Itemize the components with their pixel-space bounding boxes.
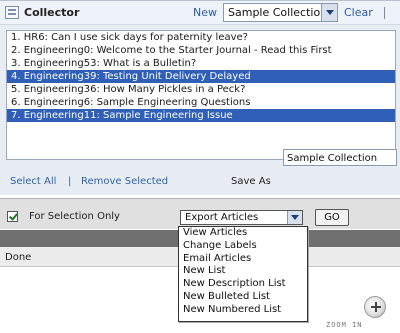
selection-bar: For Selection Only Export Articles GO xyxy=(0,198,400,229)
actions-separator: | xyxy=(68,176,72,187)
collector-app-icon xyxy=(5,6,19,19)
menu-item-email-articles[interactable]: Email Articles xyxy=(179,253,307,266)
list-item[interactable]: 6. Engineering6: Sample Engineering Ques… xyxy=(7,96,395,109)
export-action-select[interactable]: Export Articles xyxy=(180,210,303,225)
export-dropdown-menu[interactable]: View Articles Change Labels Email Articl… xyxy=(178,226,308,322)
collector-window: Collector New Sample Collection Clear 1.… xyxy=(0,0,400,333)
menu-item-new-description-list[interactable]: New Description List xyxy=(179,278,307,291)
list-item[interactable]: 2. Engineering0: Welcome to the Starter … xyxy=(7,44,395,57)
menu-item-new-numbered-list[interactable]: New Numbered List xyxy=(179,304,307,317)
selection-only-checkbox[interactable] xyxy=(7,211,18,222)
list-panel: 1. HR6: Can I use sick days for paternit… xyxy=(0,25,400,195)
save-as-input[interactable] xyxy=(283,149,397,166)
selection-only-label: For Selection Only xyxy=(29,211,120,222)
collection-select-value: Sample Collection xyxy=(228,6,328,19)
status-text: Done xyxy=(5,252,32,263)
new-collection-link[interactable]: New xyxy=(193,6,217,19)
save-as-label: Save As xyxy=(231,176,271,187)
header-bar: Collector New Sample Collection Clear xyxy=(0,1,400,25)
menu-item-new-bulleted-list[interactable]: New Bulleted List xyxy=(179,291,307,304)
menu-item-new-list[interactable]: New List xyxy=(179,265,307,278)
list-item-selected[interactable]: 4. Engineering39: Testing Unit Delivery … xyxy=(7,70,395,83)
list-actions: Select All | Remove Selected Save As xyxy=(0,168,400,195)
menu-item-change-labels[interactable]: Change Labels xyxy=(179,240,307,253)
list-item[interactable]: 1. HR6: Can I use sick days for paternit… xyxy=(7,31,395,44)
article-list[interactable]: 1. HR6: Can I use sick days for paternit… xyxy=(6,30,396,160)
chevron-down-icon[interactable] xyxy=(287,211,302,224)
header-divider xyxy=(384,7,385,19)
select-all-link[interactable]: Select All xyxy=(10,176,56,187)
collection-select[interactable]: Sample Collection xyxy=(223,3,338,22)
clear-link[interactable]: Clear xyxy=(344,6,373,19)
list-item[interactable]: 3. Engineering53: What is a Bulletin? xyxy=(7,57,395,70)
menu-item-view-articles[interactable]: View Articles xyxy=(179,227,307,240)
list-item[interactable]: 5. Engineering36: How Many Pickles in a … xyxy=(7,83,395,96)
go-button[interactable]: GO xyxy=(315,209,349,226)
zoom-in-label: ZOOM IN xyxy=(326,321,363,329)
list-item-selected[interactable]: 7. Engineering11: Sample Engineering Iss… xyxy=(7,109,395,122)
app-title: Collector xyxy=(24,6,80,19)
remove-selected-link[interactable]: Remove Selected xyxy=(81,176,168,187)
export-select-value: Export Articles xyxy=(185,212,259,223)
chevron-down-icon[interactable] xyxy=(321,4,337,21)
zoom-in-icon[interactable] xyxy=(364,296,386,318)
